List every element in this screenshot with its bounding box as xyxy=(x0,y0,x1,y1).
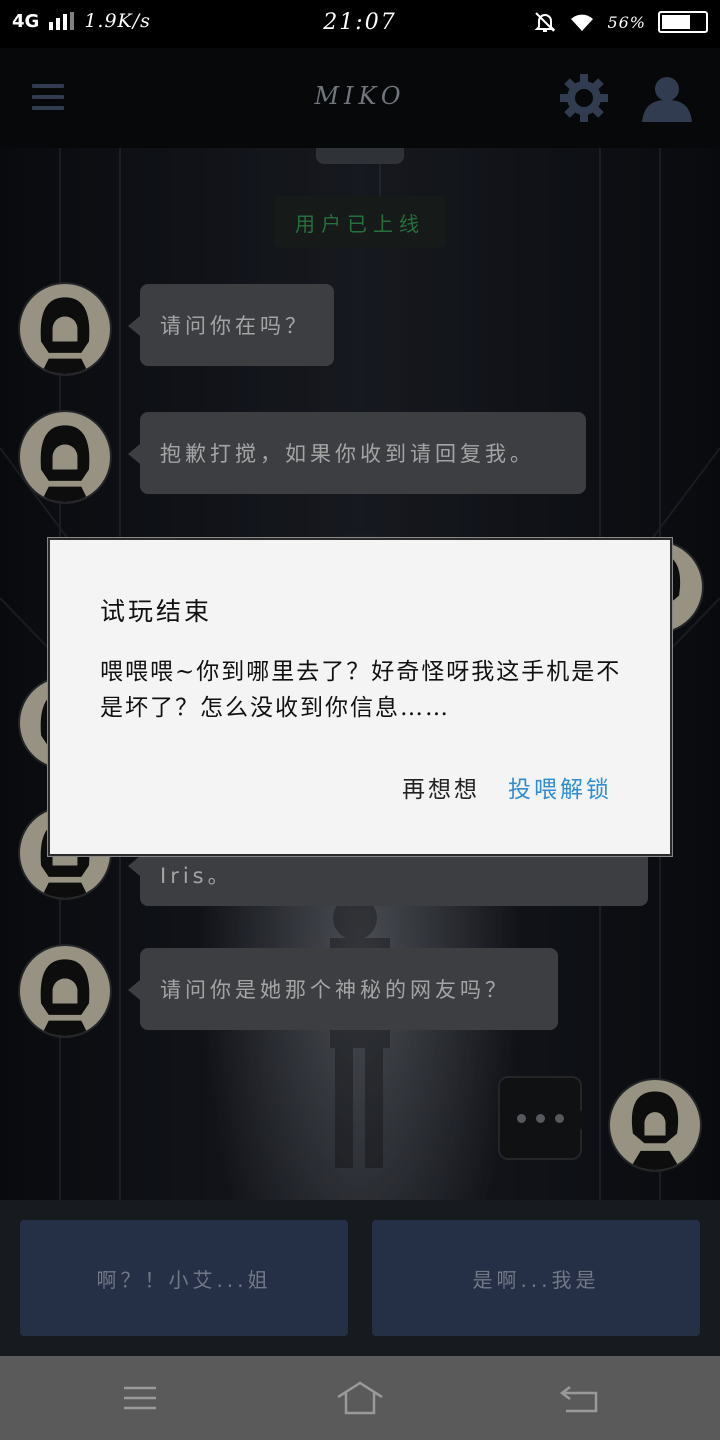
status-bar: 4G 1.9K/s 21:07 56% xyxy=(0,0,720,48)
system-nav-bar xyxy=(0,1356,720,1440)
battery-percent: 56% xyxy=(607,12,646,32)
dialog-message: 喂喂喂~你到哪里去了？好奇怪呀我这手机是不是坏了？怎么没收到你信息…… xyxy=(100,659,622,721)
status-right: 56% xyxy=(533,10,708,34)
trial-end-dialog: 试玩结束 喂喂喂~你到哪里去了？好奇怪呀我这手机是不是坏了？怎么没收到你信息……… xyxy=(48,538,672,856)
wifi-icon xyxy=(571,14,594,31)
dialog-title: 试玩结束 xyxy=(100,597,213,626)
battery-icon xyxy=(658,11,708,33)
recent-apps-icon[interactable] xyxy=(110,1378,170,1418)
back-icon[interactable] xyxy=(550,1378,610,1418)
think-again-button[interactable]: 再想想 xyxy=(402,770,480,804)
dialog-actions: 再想想 投喂解锁 xyxy=(402,770,612,804)
unlock-button[interactable]: 投喂解锁 xyxy=(508,770,612,804)
home-icon[interactable] xyxy=(330,1378,390,1418)
mute-bell-icon xyxy=(535,12,556,32)
